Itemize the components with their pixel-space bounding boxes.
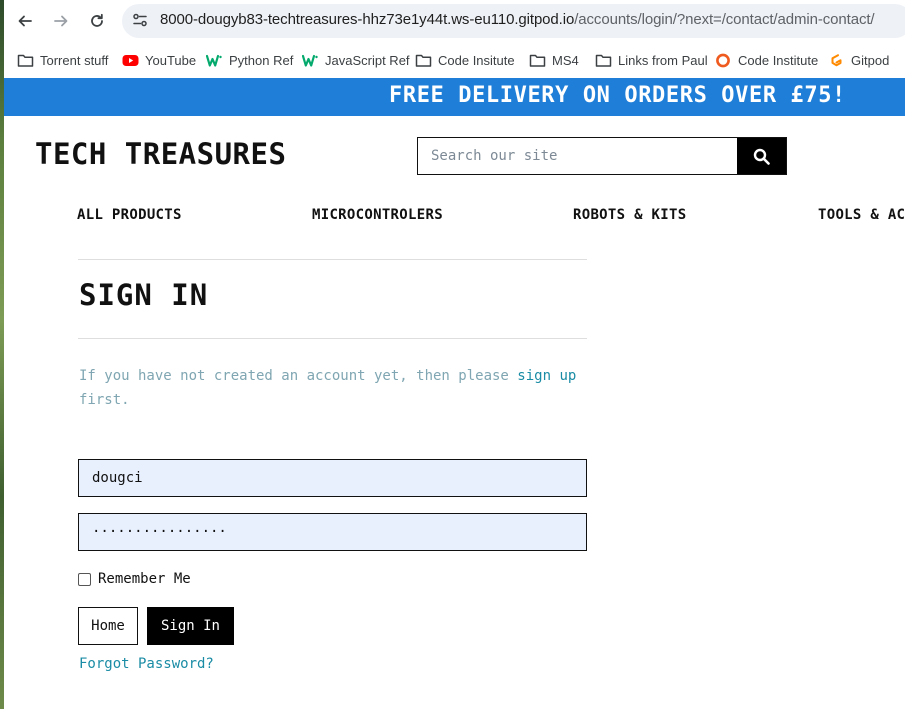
site-logo[interactable]: TECH TREASURES [35,137,286,171]
bookmark-javascript-ref[interactable]: JavaScript Ref [302,50,410,70]
bookmark-links-from-paul[interactable]: Links from Paul [595,50,708,70]
bookmark-youtube[interactable]: YouTube [122,50,196,70]
w3schools-icon [302,54,318,67]
bookmark-label: MS4 [552,52,579,68]
username-input[interactable] [79,460,586,496]
signup-prompt-suffix: first. [79,392,130,408]
nav-robots-kits[interactable]: ROBOTS & KITS [573,207,686,223]
password-input[interactable] [79,514,586,550]
reload-icon [91,13,103,27]
browser-toolbar: 8000-dougyb83-techtreasures-hhz73e1y44t.… [0,0,905,42]
site-info-icon[interactable] [131,11,149,29]
forward-arrow-icon [54,15,68,27]
bookmark-label: Code Institute [738,52,819,68]
home-button[interactable]: Home [78,607,138,645]
search-form [417,137,787,175]
forward-button[interactable] [49,9,73,33]
bookmark-gitpod[interactable]: Gitpod [828,50,889,70]
code-institute-icon [716,53,730,67]
url-host: 8000-dougyb83-techtreasures-hhz73e1y44t.… [160,11,575,28]
back-button[interactable] [13,9,37,33]
bookmark-label: Links from Paul [618,52,708,68]
gitpod-icon [831,53,842,66]
search-button[interactable] [737,138,786,174]
divider-top [78,259,587,260]
folder-icon [17,54,34,67]
search-icon [753,148,770,165]
bookmark-label: Gitpod [851,52,890,68]
remember-me: Remember Me [78,570,191,588]
url-path: /accounts/login/?next=/contact/admin-con… [574,11,875,28]
signup-link[interactable]: sign up [517,368,576,384]
search-input[interactable] [418,138,737,174]
remember-me-label[interactable]: Remember Me [98,571,191,587]
bookmark-label: JavaScript Ref [325,52,410,68]
signup-prompt: If you have not created an account yet, … [79,364,579,412]
desktop-background-strip [0,0,4,709]
bookmark-code-insitute[interactable]: Code Insitute [415,50,515,70]
folder-icon [415,54,432,67]
forgot-password-link[interactable]: Forgot Password? [79,656,214,672]
bookmark-label: Python Ref [229,52,294,68]
bookmarks-bar: Torrent stuff YouTube Python Ref JavaScr… [0,42,905,78]
back-arrow-icon [18,15,32,27]
folder-icon [529,54,546,67]
nav-all-products[interactable]: ALL PRODUCTS [77,207,182,223]
remember-me-checkbox[interactable] [78,572,91,586]
bookmark-ms4[interactable]: MS4 [529,50,579,70]
folder-icon [595,54,612,67]
url-text[interactable]: 8000-dougyb83-techtreasures-hhz73e1y44t.… [160,11,875,28]
bookmark-label: Code Insitute [438,52,515,68]
page-title: SIGN IN [79,278,209,312]
bookmark-label: Torrent stuff [40,52,109,68]
bookmark-python-ref[interactable]: Python Ref [206,50,293,70]
username-field [78,459,587,497]
password-field [78,513,587,551]
youtube-icon [122,54,139,66]
promo-text: FREE DELIVERY ON ORDERS OVER £75! [389,83,846,108]
signup-prompt-text: If you have not created an account yet, … [79,368,518,384]
promo-banner: FREE DELIVERY ON ORDERS OVER £75! [4,78,905,116]
nav-tools-accessories[interactable]: TOOLS & AC [818,207,905,223]
bookmark-code-institute[interactable]: Code Institute [715,50,818,70]
bookmark-label: YouTube [145,52,197,68]
reload-button[interactable] [85,9,109,33]
w3schools-icon [206,54,222,67]
nav-microcontrolers[interactable]: MICROCONTROLERS [312,207,443,223]
bookmark-torrent-stuff[interactable]: Torrent stuff [17,50,108,70]
divider-bottom [78,338,587,339]
sign-in-button[interactable]: Sign In [147,607,234,645]
